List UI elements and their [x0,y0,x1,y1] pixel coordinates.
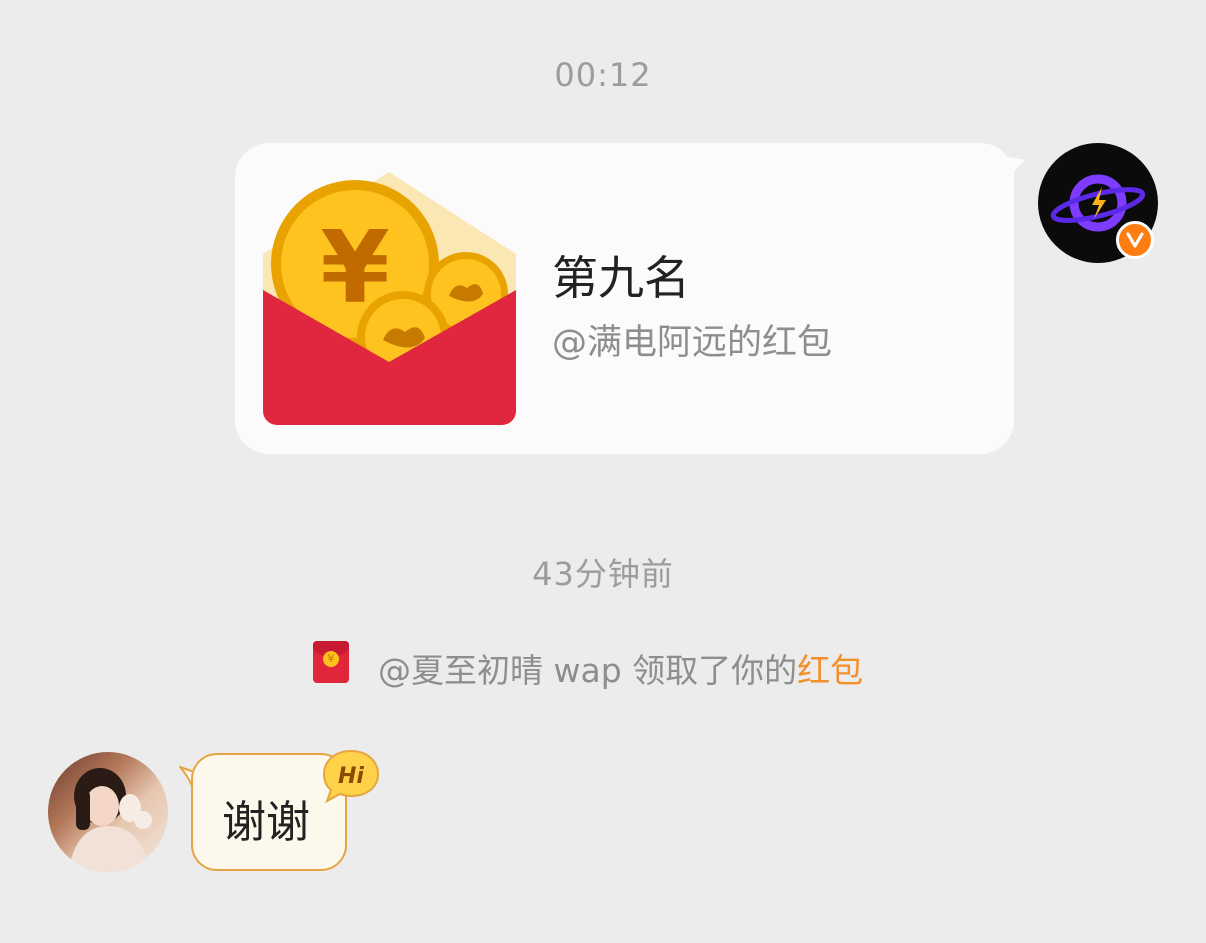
red-packet-link[interactable]: 红包 [797,651,863,690]
yuan-symbol: ¥ [320,209,390,326]
verified-badge-icon [1116,221,1154,259]
small-red-envelope-icon: ¥ [313,641,349,683]
red-packet-claim-notice: ¥ @夏至初晴 wap 领取了你的红包 [0,638,1206,690]
reply-message-text: 谢谢 [222,797,310,848]
portrait-photo [68,768,152,872]
message-timestamp: 43分钟前 [532,555,674,593]
receiver-avatar[interactable] [48,752,168,872]
red-packet-title: 第九名 [552,251,690,305]
notice-text: @夏至初晴 wap 领取了你的红包 [378,644,863,692]
red-envelope-icon: ¥ [263,172,516,425]
hi-badge-icon: Hi [322,749,380,804]
red-packet-sender: @满电阿远的红包 [552,323,833,363]
svg-text:Hi: Hi [338,764,364,789]
notice-text-prefix: @夏至初晴 wap 领取了你的 [378,651,798,690]
message-timestamp: 00:12 [554,56,652,94]
